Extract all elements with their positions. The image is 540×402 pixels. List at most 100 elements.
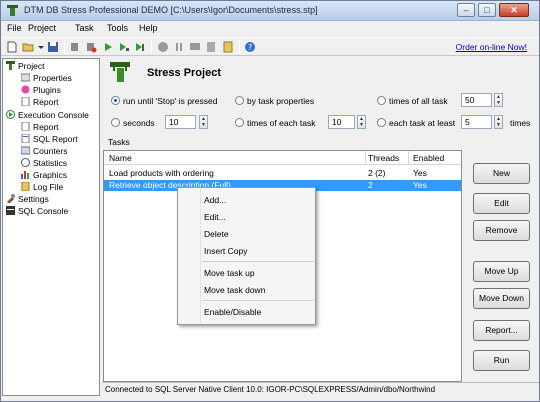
monitor-icon[interactable]: [189, 41, 201, 53]
menu-tools[interactable]: Tools: [107, 23, 128, 33]
status-bar: Connected to SQL Server Native Client 10…: [102, 382, 539, 395]
tree-item-sql-report[interactable]: SQL Report: [21, 134, 78, 145]
edit-button[interactable]: Edit: [473, 193, 530, 214]
toolbar-separator: [64, 40, 65, 54]
toolbar-separator: [151, 40, 152, 54]
maximize-button[interactable]: □: [478, 3, 496, 17]
window-title: DTM DB Stress Professional DEMO [C:\User…: [24, 5, 318, 15]
row-threads: 2: [368, 180, 373, 190]
plugins-icon: [21, 85, 30, 94]
log-file-icon: [21, 182, 30, 191]
graphics-icon: [21, 171, 29, 179]
tree-item-sql-console[interactable]: SQL Console: [6, 206, 68, 217]
tree-item-log-file[interactable]: Log File: [21, 182, 63, 193]
context-item-insert-copy[interactable]: Insert Copy: [204, 246, 247, 256]
run-button[interactable]: Run: [473, 350, 530, 371]
each-task-at-least-input[interactable]: 5: [461, 115, 492, 129]
step-icon[interactable]: [118, 41, 130, 53]
tree-item-report[interactable]: Report: [21, 97, 59, 108]
times-of-all-task-spinner[interactable]: ▲ ▼: [494, 93, 503, 107]
project-header: Stress Project: [102, 58, 539, 86]
row-name: Load products with ordering: [109, 168, 214, 178]
title-bar: DTM DB Stress Professional DEMO [C:\User…: [1, 1, 539, 21]
statistics-icon: [21, 158, 30, 167]
report-tool-icon[interactable]: [205, 41, 217, 53]
minimize-button[interactable]: –: [457, 3, 475, 17]
remove-task-icon[interactable]: [85, 41, 97, 53]
stress-project-icon: [110, 62, 130, 82]
menu-file[interactable]: File: [7, 23, 22, 33]
tasks-list-header: Name Threads Enabled: [104, 151, 461, 165]
run-icon[interactable]: [102, 41, 114, 53]
context-item-enable-disable[interactable]: Enable/Disable: [204, 307, 261, 317]
option-by-task-properties[interactable]: by task properties: [235, 96, 314, 106]
menu-project[interactable]: Project: [28, 23, 56, 33]
tree-item-project[interactable]: Project: [6, 61, 44, 72]
option-times-of-all-task[interactable]: times of all task: [377, 96, 448, 106]
radio-selected[interactable]: [111, 96, 120, 105]
report-icon: [21, 97, 30, 106]
option-times-of-each-task[interactable]: times of each task: [235, 118, 316, 128]
report-icon: [21, 122, 30, 131]
app-logo-icon: [7, 5, 18, 16]
option-run-until-stop[interactable]: run until 'Stop' is pressed: [111, 96, 217, 106]
option-seconds[interactable]: seconds: [111, 118, 155, 128]
tree-item-settings[interactable]: Settings: [6, 194, 49, 205]
context-item-delete[interactable]: Delete: [204, 229, 229, 239]
radio[interactable]: [377, 96, 386, 105]
each-task-at-least-spinner[interactable]: ▲ ▼: [494, 115, 503, 129]
times-of-all-task-input[interactable]: 50: [461, 93, 492, 107]
menu-help[interactable]: Help: [139, 23, 158, 33]
move-up-button[interactable]: Move Up: [473, 261, 530, 282]
new-file-icon[interactable]: [6, 41, 18, 53]
radio[interactable]: [377, 118, 386, 127]
order-online-link[interactable]: Order on-line Now!: [456, 42, 527, 52]
times-of-each-task-input[interactable]: 10: [328, 115, 355, 129]
stop-icon[interactable]: [157, 41, 169, 53]
times-of-each-task-spinner[interactable]: ▲ ▼: [357, 115, 366, 129]
table-row[interactable]: Load products with ordering 2 (2) Yes: [104, 168, 461, 179]
pause-icon[interactable]: [173, 41, 185, 53]
seconds-input[interactable]: 10: [165, 115, 196, 129]
context-item-add[interactable]: Add...: [204, 195, 226, 205]
tree-item-counters[interactable]: Counters: [21, 146, 68, 157]
column-divider: [408, 151, 409, 165]
context-menu: Add... Edit... Delete Insert Copy Move t…: [177, 187, 316, 325]
report-button[interactable]: Report...: [473, 320, 530, 341]
help-icon[interactable]: ?: [244, 41, 256, 53]
close-button[interactable]: ✕: [499, 3, 529, 17]
new-button[interactable]: New: [473, 163, 530, 184]
dropdown-arrow-icon[interactable]: [38, 41, 44, 53]
log-icon[interactable]: [222, 41, 234, 53]
column-threads[interactable]: Threads: [368, 153, 399, 163]
move-down-button[interactable]: Move Down: [473, 288, 530, 309]
radio[interactable]: [235, 118, 244, 127]
column-name[interactable]: Name: [109, 153, 132, 163]
tree-item-exec-report[interactable]: Report: [21, 122, 59, 133]
tree-item-execution-console[interactable]: Execution Console: [6, 110, 89, 121]
tree-item-graphics[interactable]: Graphics: [21, 170, 67, 181]
save-icon[interactable]: [47, 41, 59, 53]
tree-item-statistics[interactable]: Statistics: [21, 158, 67, 169]
open-folder-icon[interactable]: [22, 41, 34, 53]
menu-task[interactable]: Task: [75, 23, 94, 33]
tree-item-plugins[interactable]: Plugins: [21, 85, 61, 96]
properties-icon: [21, 73, 30, 82]
radio[interactable]: [235, 96, 244, 105]
column-divider: [365, 151, 366, 165]
app-window: DTM DB Stress Professional DEMO [C:\User…: [0, 0, 540, 402]
context-item-move-up[interactable]: Move task up: [204, 268, 255, 278]
add-task-icon[interactable]: [69, 41, 81, 53]
run-selected-icon[interactable]: [134, 41, 146, 53]
remove-button[interactable]: Remove: [473, 220, 530, 241]
radio[interactable]: [111, 118, 120, 127]
tasks-label: Tasks: [108, 137, 130, 147]
context-item-edit[interactable]: Edit...: [204, 212, 226, 222]
toolbar-separator: [239, 40, 240, 54]
context-item-move-down[interactable]: Move task down: [204, 285, 265, 295]
tree-item-properties[interactable]: Properties: [21, 73, 72, 84]
seconds-spinner[interactable]: ▲ ▼: [199, 115, 208, 129]
toolbar: ? Order on-line Now!: [1, 37, 539, 56]
option-each-task-at-least[interactable]: each task at least: [377, 118, 455, 128]
column-enabled[interactable]: Enabled: [413, 153, 444, 163]
